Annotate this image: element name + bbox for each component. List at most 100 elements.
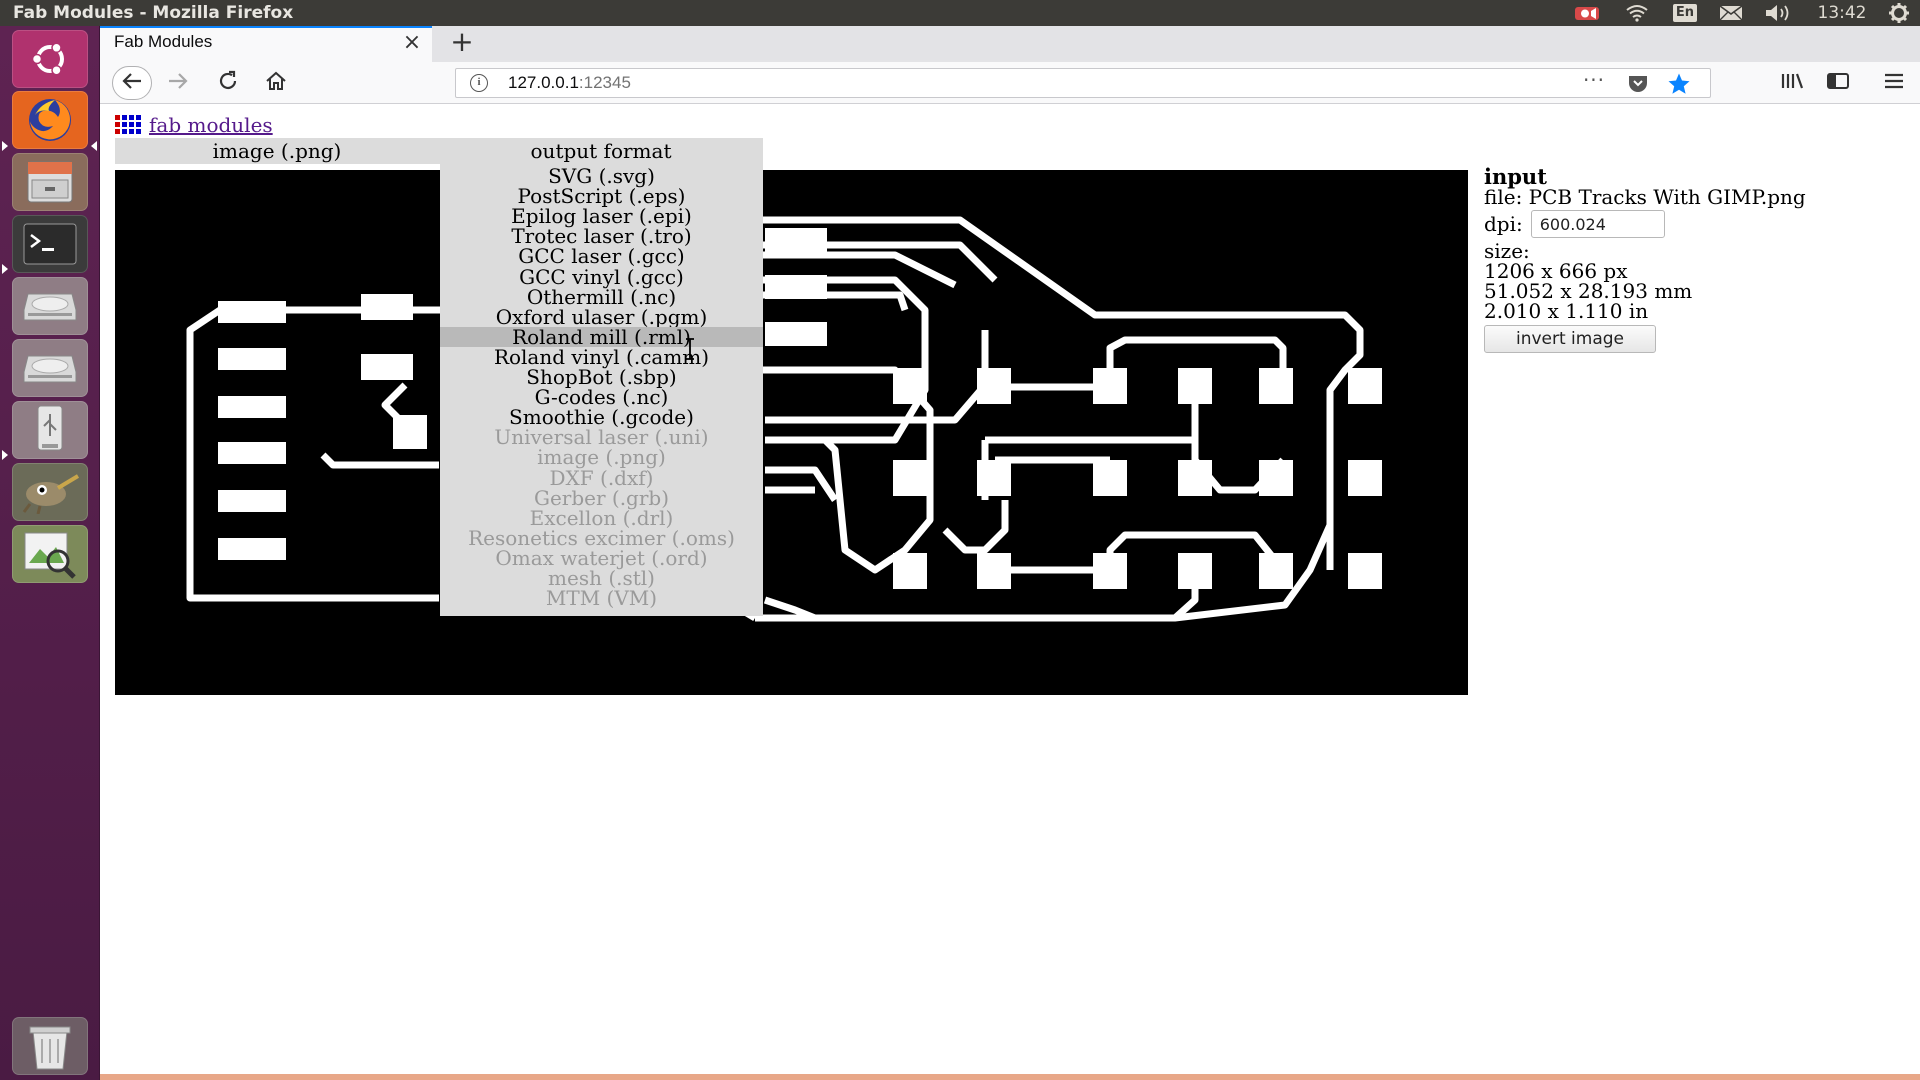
sidebar-toggle-button[interactable] xyxy=(1822,67,1854,99)
volume-icon[interactable] xyxy=(1762,0,1796,26)
dpi-input[interactable] xyxy=(1530,210,1665,238)
usb-launcher-button[interactable] xyxy=(12,401,88,459)
output-format-dropdown[interactable]: SVG (.svg) PostScript (.eps) Epilog laser … xyxy=(440,164,763,616)
output-option[interactable]: Roland mill (.rml) xyxy=(440,327,763,347)
size-mm: 51.052 x 28.193 mm xyxy=(1484,279,1693,303)
trash-launcher-button[interactable] xyxy=(12,1017,88,1075)
launcher xyxy=(0,26,100,1080)
grid-icon-square xyxy=(129,122,134,127)
output-option[interactable]: Roland vinyl (.camm) xyxy=(440,347,763,367)
logo-row: fab modules xyxy=(115,113,273,137)
home-button[interactable] xyxy=(260,67,292,99)
site-info-icon[interactable]: i xyxy=(470,74,488,92)
wifi-icon[interactable] xyxy=(1622,0,1652,26)
files-launcher-button[interactable] xyxy=(12,153,88,211)
tab-fab-modules[interactable]: Fab Modules × xyxy=(100,26,432,62)
clock[interactable]: 13:42 xyxy=(1812,0,1872,26)
back-button[interactable] xyxy=(112,66,152,100)
dpi-row: dpi: xyxy=(1484,209,1904,239)
output-option[interactable]: GCC vinyl (.gcc) xyxy=(440,267,763,287)
library-button[interactable] xyxy=(1776,67,1808,99)
grid-icon-square xyxy=(122,122,127,127)
output-option[interactable]: Oxford ulaser (.pgm) xyxy=(440,307,763,327)
page-content: fab modules image (.png) output format S… xyxy=(100,105,1920,1075)
ubuntu-dash-button[interactable] xyxy=(12,30,88,88)
output-option: MTM (VM) xyxy=(545,586,658,610)
usb-drive-icon xyxy=(30,404,70,456)
hamburger-menu-icon xyxy=(1883,72,1905,94)
camera-recording-icon[interactable] xyxy=(1572,0,1602,26)
input-info-panel: input file: PCB Tracks With GIMP.png dpi… xyxy=(1484,166,1904,353)
new-tab-button[interactable]: + xyxy=(448,28,476,56)
bookmark-star-icon[interactable] xyxy=(1666,71,1692,97)
trash-icon xyxy=(27,1021,73,1071)
grid-icon-square xyxy=(129,115,134,120)
size-label: size: xyxy=(1484,239,1530,263)
output-option[interactable]: Trotec laser (.tro) xyxy=(440,226,763,246)
running-indicator xyxy=(2,450,8,460)
pocket-icon[interactable] xyxy=(1626,72,1650,96)
invert-image-button[interactable]: invert image xyxy=(1484,325,1656,353)
url-bar[interactable]: i 127.0.0.1:12345 ··· xyxy=(455,68,1711,98)
page-actions-icon[interactable]: ··· xyxy=(1580,70,1608,95)
terminal-icon xyxy=(22,222,78,266)
system-gear-icon[interactable] xyxy=(1884,0,1914,26)
fab-grid-icon xyxy=(115,115,141,135)
focused-indicator xyxy=(91,141,97,151)
url-text[interactable]: 127.0.0.1:12345 xyxy=(508,73,631,93)
forward-arrow-icon xyxy=(167,72,189,94)
running-indicator xyxy=(2,264,8,274)
output-option[interactable]: Smoothie (.gcode) xyxy=(440,407,763,427)
pcb-image xyxy=(115,170,1468,695)
grid-icon-square xyxy=(136,129,141,134)
output-option[interactable]: Epilog laser (.epi) xyxy=(440,206,763,226)
size-px: 1206 x 666 px xyxy=(1484,259,1628,283)
gimp-launcher-button[interactable] xyxy=(12,463,88,521)
home-icon xyxy=(265,70,287,96)
drive-launcher-button[interactable] xyxy=(12,277,88,335)
output-option[interactable]: PostScript (.eps) xyxy=(440,186,763,206)
forward-button[interactable] xyxy=(162,67,194,99)
output-option: Gerber (.grb) xyxy=(533,486,670,510)
output-option: DXF (.dxf) xyxy=(549,466,654,490)
tab-bar: Fab Modules × + xyxy=(100,26,1920,62)
output-option[interactable]: G-codes (.nc) xyxy=(440,387,763,407)
mail-icon[interactable] xyxy=(1716,0,1746,26)
output-option[interactable]: SVG (.svg) xyxy=(440,166,763,186)
back-arrow-icon xyxy=(121,72,143,94)
tab-close-icon[interactable]: × xyxy=(400,31,424,55)
url-host: 127.0.0.1 xyxy=(508,73,579,92)
output-option[interactable]: GCC laser (.gcc) xyxy=(440,246,763,266)
dpi-label: dpi: xyxy=(1484,212,1523,236)
file-cabinet-icon xyxy=(24,158,76,206)
input-file-name: file: PCB Tracks With GIMP.png xyxy=(1484,185,1806,209)
output-option: Omax waterjet (.ord) xyxy=(495,546,708,570)
grid-icon-square xyxy=(115,129,120,134)
hamburger-menu-button[interactable] xyxy=(1878,67,1910,99)
output-option[interactable]: ShopBot (.sbp) xyxy=(440,367,763,387)
drive-launcher-button-2[interactable] xyxy=(12,339,88,397)
output-option: Universal laser (.uni) xyxy=(494,425,709,449)
pcb-traces-graphic xyxy=(186,216,1382,622)
url-port: :12345 xyxy=(578,73,631,92)
page-bottom-border xyxy=(100,1074,1920,1080)
ubuntu-logo-icon xyxy=(28,37,72,81)
input-format-select[interactable]: image (.png) xyxy=(115,138,439,164)
reload-icon xyxy=(217,70,239,96)
output-format-select[interactable]: output format xyxy=(439,138,763,164)
firefox-launcher-button[interactable] xyxy=(12,91,88,149)
hard-drive-icon xyxy=(22,286,78,326)
reload-button[interactable] xyxy=(212,67,244,99)
grid-icon-square xyxy=(122,115,127,120)
keyboard-layout-indicator[interactable]: En xyxy=(1670,0,1700,26)
fab-modules-link[interactable]: fab modules xyxy=(149,113,273,137)
window-title: Fab Modules - Mozilla Firefox xyxy=(13,3,294,23)
tab-title: Fab Modules xyxy=(114,32,213,51)
image-viewer-launcher-button[interactable] xyxy=(12,525,88,583)
output-option: image (.png) xyxy=(537,445,666,469)
hard-drive-icon xyxy=(22,348,78,388)
size-in: 2.010 x 1.110 in xyxy=(1484,299,1649,323)
terminal-launcher-button[interactable] xyxy=(12,215,88,273)
output-option[interactable]: Othermill (.nc) xyxy=(440,287,763,307)
image-viewer-icon xyxy=(22,529,78,579)
